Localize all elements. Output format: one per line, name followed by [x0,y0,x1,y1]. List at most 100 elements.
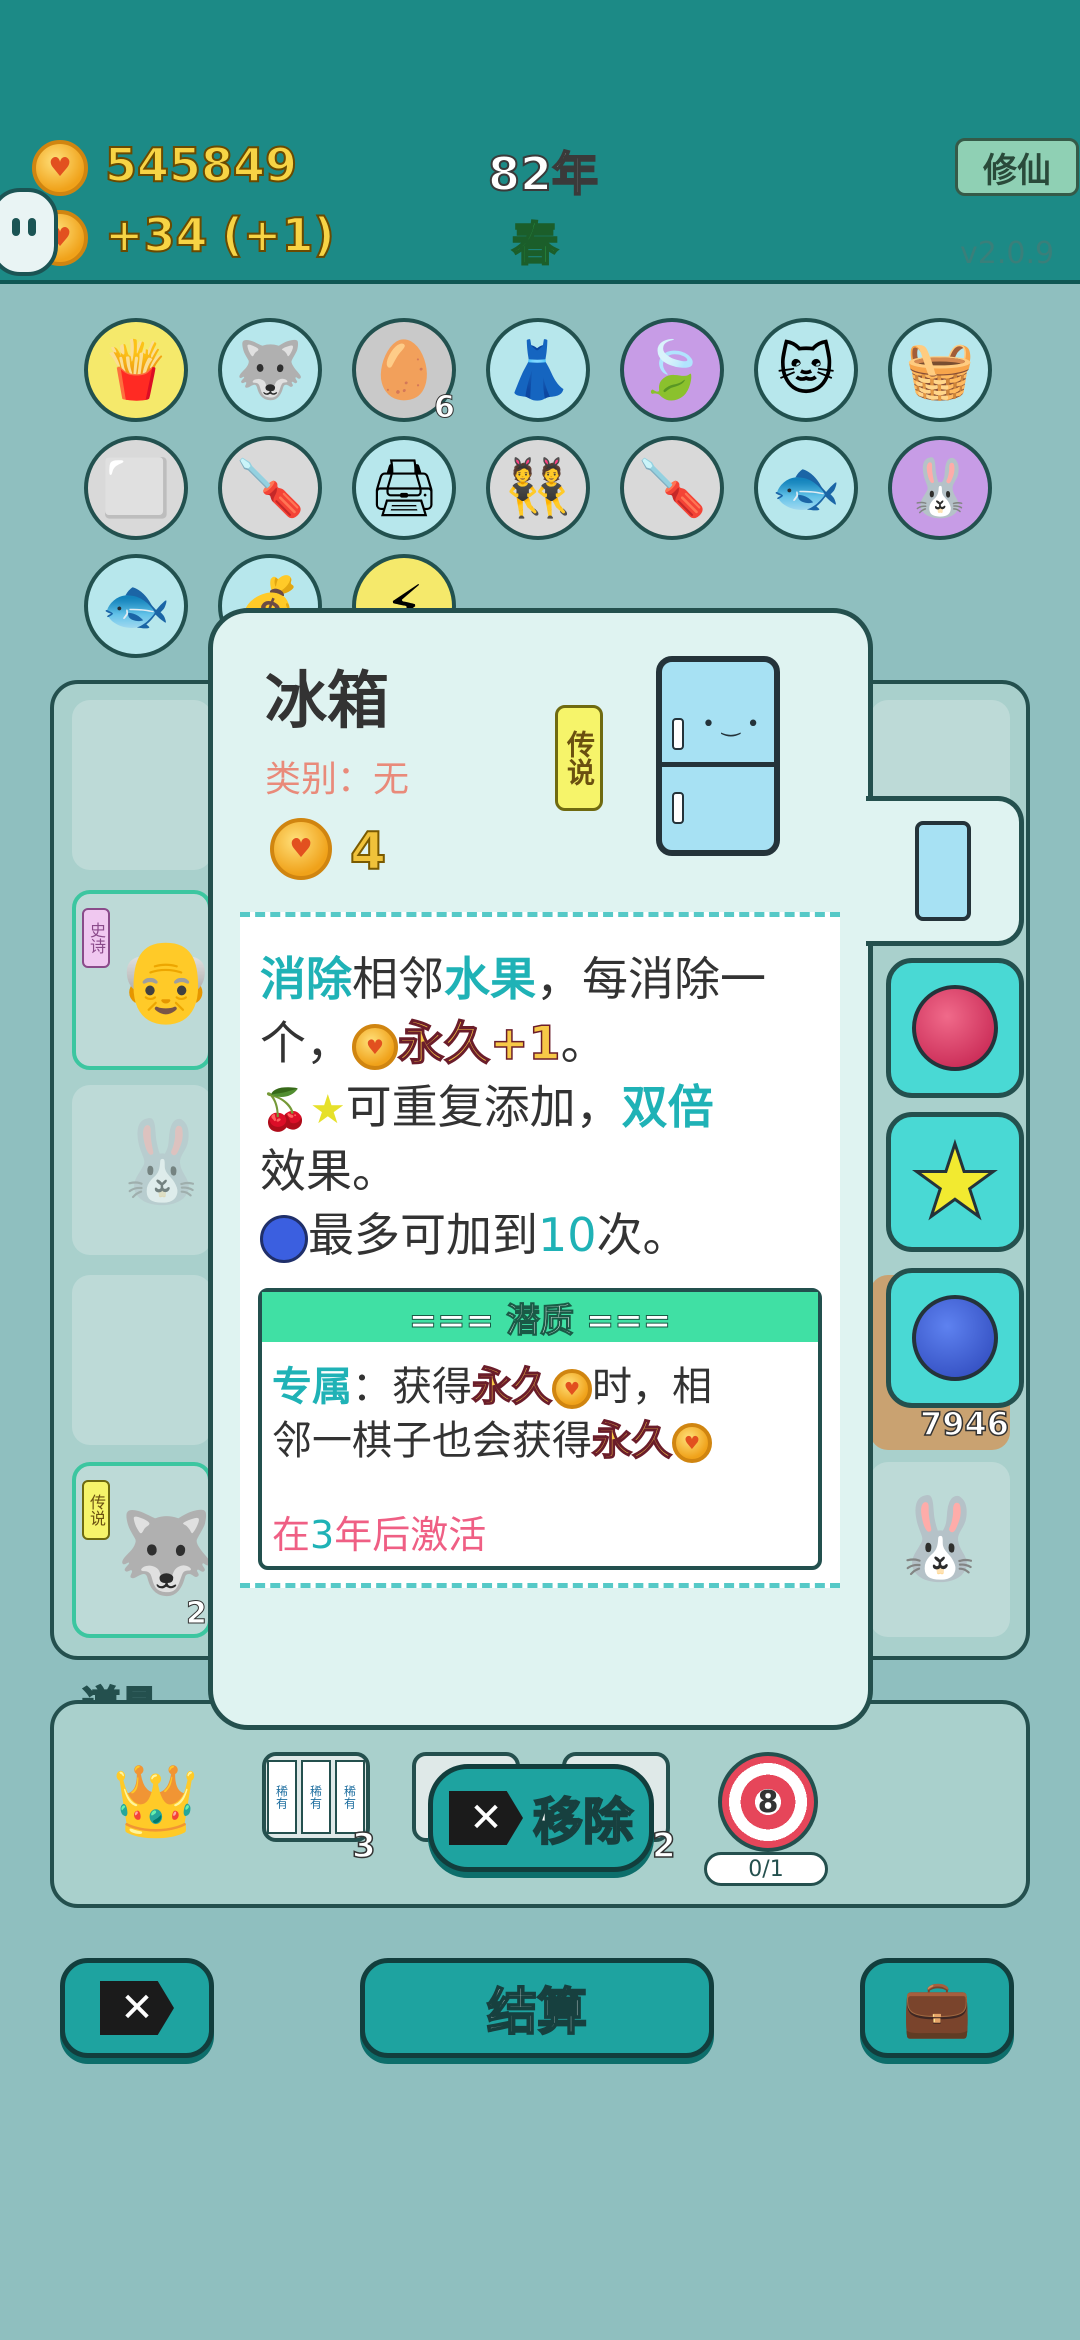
crown-icon: 👑 [112,1760,200,1842]
cat-icon: 🐱 [776,337,836,403]
fishbowl-piece-2[interactable]: 🐟 [84,554,188,658]
fridge-icon [914,821,971,921]
tab-fridge[interactable] [866,796,1024,946]
close-icon: ✕ [449,1791,523,1845]
star-icon: ★ [309,1087,346,1133]
discard-button[interactable]: ✕ [60,1958,214,2058]
screwdriver-piece[interactable]: 🪛 [218,436,322,540]
husky-icon: 🐺 [116,1506,216,1599]
rabbit-icon: 🐰 [112,1115,212,1208]
coin-income-bonus: (+1) [221,207,336,263]
blueberry-icon [912,1295,998,1381]
tab-star[interactable]: ★ [886,1112,1024,1252]
fishbowl-piece[interactable]: 🐟 [754,436,858,540]
card-category: 类别：无 [265,759,410,800]
legend-badge: 传说 [82,1480,110,1540]
coin-icon: ♥ [32,140,88,196]
leaf-icon: 🍃 [637,338,707,403]
screwdriver-piece-2[interactable]: 🪛 [620,436,724,540]
french-fries-piece[interactable]: 🍟 [84,318,188,422]
sugar-cube-piece[interactable]: ⬜ [84,436,188,540]
crown-item[interactable]: 👑 [112,1760,199,1843]
fridge-icon: • ‿ • [656,656,780,856]
desc-line-4: 效果。 [260,1144,398,1198]
old-man-icon: 👴 [116,934,216,1027]
side-drawer-handle[interactable] [0,188,58,276]
egg-tray-icon: 🥚 [369,338,439,403]
reel-1: 稀有 [267,1760,297,1834]
card-title: 冰箱 [265,664,390,737]
french-fries-icon: 🍟 [101,338,171,403]
basket-icon: 🧺 [905,338,975,403]
desc-line-2: 个， ♥ 永久+1。 [260,1015,607,1071]
xiuxian-button[interactable]: 修仙 [955,138,1079,196]
briefcase-icon: 💼 [902,1976,972,2041]
board-slot-rabbit[interactable]: 🐰 [72,1085,212,1255]
rabbit-icon: 🐰 [905,456,975,521]
coin-income: +34 [104,207,209,263]
leaf-piece[interactable]: 🍃 [620,318,724,422]
people-icon: 👯 [503,456,573,521]
coin-icon: ♥ [552,1369,592,1409]
rarity-badge: 传说 [555,705,603,811]
desc-line-1: 消除相邻水果，每消除一 [260,952,766,1006]
slot-machine2-count: 2 [651,1825,676,1867]
blueberry-icon [260,1214,308,1263]
card-cost: 4 [349,821,387,883]
slot-machine-count: 3 [351,1825,376,1867]
desc-line-5: 最多可加到10次。 [260,1199,689,1265]
target-progress: 0/1 [704,1852,828,1886]
rabbit-piece[interactable]: 🐰 [888,436,992,540]
board-slot[interactable] [72,700,212,870]
skirt-piece[interactable]: 👗 [486,318,590,422]
rabbit-icon: 🐰 [890,1492,990,1585]
bag-button[interactable]: 💼 [860,1958,1014,2058]
cost-coin-icon: ♥ [270,818,332,880]
board-slot-rabbit-2[interactable]: 🐰 [870,1462,1010,1637]
printer-piece[interactable]: 🖨 [352,436,456,540]
fishbowl-icon: 🐟 [101,574,171,639]
remove-label: 移除 [532,1792,634,1852]
potential-line-2: 邻一棋子也会获得永久 ♥ [272,1408,712,1466]
egg-tray-count: 6 [434,390,456,426]
printer-icon: 🖨 [368,456,440,521]
coin-total: 545849 [104,137,298,193]
reel-3: 稀有 [335,1760,365,1834]
settle-button[interactable]: 结算 [360,1958,714,2058]
target-item[interactable]: 8 [718,1752,818,1852]
lychee-icon [912,985,998,1071]
potential-header: === 潜质 === [262,1292,818,1342]
coin-icon: ♥ [352,1023,398,1070]
slot-value: 7946 [919,1404,1010,1444]
skirt-icon: 👗 [503,338,573,403]
twins-piece[interactable]: 👯 [486,436,590,540]
version-label: v2.0.9 [960,236,1055,271]
lychee-icon: 🍒 [260,1087,310,1133]
activation-note: 在3年后激活 [272,1513,487,1557]
fruit-basket-piece[interactable]: 🧺 [888,318,992,422]
potential-box: === 潜质 === 专属：获得永久 ♥ 时，相 邻一棋子也会获得永久 ♥ 在3年后激… [258,1288,822,1570]
dog-icon: 🐺 [235,338,305,403]
season-label: 春 [511,216,559,272]
fishbowl-icon: 🐟 [771,456,841,521]
remove-button[interactable]: ✕ 移除 [428,1764,654,1872]
screwdriver-icon: 🪛 [637,456,707,521]
cat-piece[interactable]: 🐱 [754,318,858,422]
target-number: 8 [757,1784,779,1820]
board-slot[interactable] [72,1275,212,1445]
board-slot-husky[interactable]: 传说 🐺 2 [72,1462,216,1638]
potential-line-1: 专属：获得永久 ♥ 时，相 [272,1363,712,1411]
settle-label: 结算 [486,1982,588,2042]
desc-line-3: 🍒★可重复添加，双倍 [260,1080,714,1134]
tab-blueberry[interactable] [886,1268,1024,1408]
sugar-cube-icon: ⬜ [101,456,171,521]
husky-count: 2 [186,1596,208,1632]
tab-lychee[interactable] [886,958,1024,1098]
star-icon: ★ [909,1123,1002,1240]
coin-icon: ♥ [672,1423,712,1463]
year-label: 82年 [487,146,599,202]
epic-badge: 史诗 [82,908,110,968]
reel-2: 稀有 [301,1760,331,1834]
board-slot-old-man[interactable]: 史诗 👴 [72,890,216,1070]
husky-piece[interactable]: 🐺 [218,318,322,422]
